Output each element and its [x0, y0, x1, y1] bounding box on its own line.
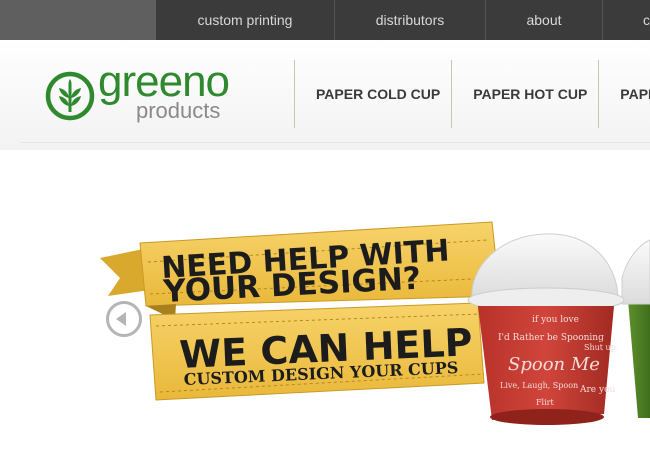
- cup-text-1: I'd Rather be Spooning: [498, 333, 604, 343]
- nav-paper-cold-cup[interactable]: PAPER COLD CUP: [295, 60, 451, 128]
- green-cup-lid: [621, 239, 650, 305]
- top-nav: custom printing distributors about c: [156, 0, 650, 40]
- cup-text-3: Live, Laugh, Spoon: [500, 381, 578, 390]
- cup-text-6: Are you: [579, 385, 615, 395]
- top-nav-custom-printing[interactable]: custom printing: [156, 0, 334, 40]
- green-cup: [628, 296, 650, 418]
- top-nav-distributors[interactable]: distributors: [334, 0, 485, 40]
- top-nav-about[interactable]: about: [485, 0, 602, 40]
- top-bar: custom printing distributors about c: [0, 0, 650, 40]
- leaf-logo-icon: [45, 71, 95, 121]
- cup-text-5: Shut up: [584, 343, 616, 352]
- hero-slider: NEED HELP WITH YOUR DESIGN? WE CAN HELP …: [0, 150, 650, 450]
- nav-paper-more[interactable]: PAPE: [599, 60, 650, 128]
- cup-text-4: if you love: [532, 315, 579, 325]
- nav-paper-hot-cup[interactable]: PAPER HOT CUP: [452, 60, 598, 128]
- logo-word-products: products: [136, 98, 221, 123]
- cup-text-2: Spoon Me: [508, 354, 600, 375]
- cup-base: [490, 409, 604, 425]
- hero-banner: NEED HELP WITH YOUR DESIGN? WE CAN HELP …: [100, 221, 650, 425]
- top-bar-spacer: [0, 0, 156, 40]
- header-divider: [20, 142, 650, 143]
- slider-prev-button[interactable]: [106, 301, 142, 337]
- chevron-left-icon: [116, 312, 126, 326]
- greeno-logo[interactable]: greeno products: [44, 57, 244, 128]
- top-nav-contact[interactable]: c: [602, 0, 650, 40]
- main-nav: PAPER COLD CUP PAPER HOT CUP PAPE: [294, 60, 650, 128]
- cup-text-7: Flirt: [536, 398, 554, 407]
